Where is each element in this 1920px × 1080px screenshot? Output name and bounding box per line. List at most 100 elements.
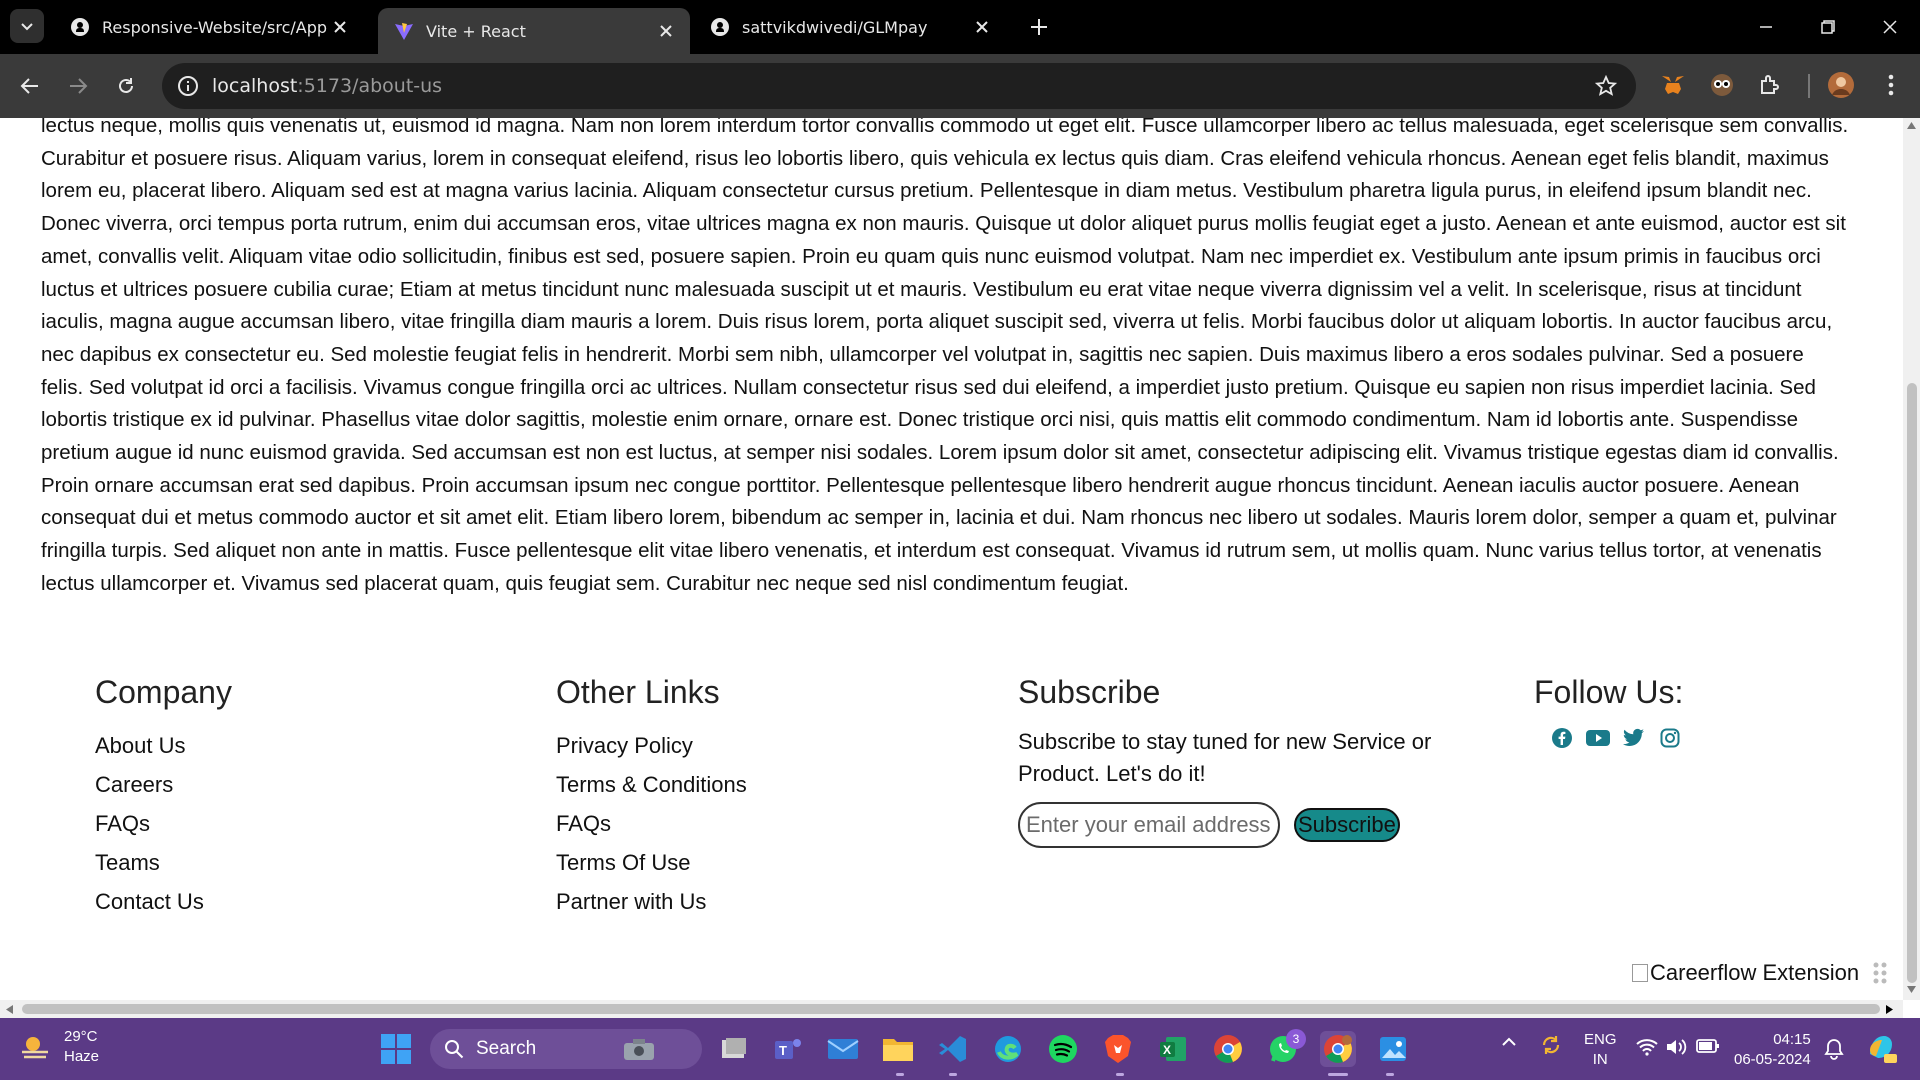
battery-icon[interactable]: [1696, 1038, 1720, 1057]
profile-avatar[interactable]: [1824, 68, 1858, 102]
vertical-scrollbar[interactable]: [1903, 118, 1920, 1000]
footer-link-faqs[interactable]: FAQs: [556, 804, 747, 843]
tab-search-button[interactable]: [10, 9, 44, 43]
url-host: localhost: [212, 75, 298, 97]
minimize-button[interactable]: [1751, 12, 1781, 42]
horizontal-scroll-thumb[interactable]: [22, 1004, 1880, 1014]
tab-title: Responsive-Website/src/App.jsx: [102, 17, 328, 37]
weather-widget[interactable]: 29°C Haze: [20, 1027, 99, 1067]
url-text[interactable]: localhost:5173/about-us: [212, 75, 442, 97]
tab-vite-react[interactable]: Vite + React: [378, 8, 690, 54]
site-info-icon[interactable]: [172, 70, 204, 102]
youtube-icon[interactable]: [1586, 726, 1610, 750]
github-icon: [710, 17, 730, 37]
restore-button[interactable]: [1813, 12, 1843, 42]
footer-subscribe: Subscribe Subscribe to stay tuned for ne…: [1018, 674, 1448, 848]
careerflow-extension-widget[interactable]: Careerflow Extension: [1632, 960, 1887, 986]
photos-icon[interactable]: [1375, 1031, 1411, 1067]
drag-handle-icon[interactable]: [1873, 961, 1887, 985]
about-us-body-text: lectus neque, mollis quis venenatis ut, …: [41, 118, 1849, 595]
chevron-down-icon: [21, 23, 33, 31]
edge-icon[interactable]: [990, 1031, 1026, 1067]
facebook-icon[interactable]: [1550, 726, 1574, 750]
running-indicator: [949, 1073, 957, 1076]
wifi-icon[interactable]: [1636, 1038, 1658, 1059]
forward-button[interactable]: [62, 70, 94, 102]
svg-text:X: X: [1163, 1043, 1171, 1057]
footer-link-contact-us[interactable]: Contact Us: [95, 882, 232, 921]
vscode-icon[interactable]: [935, 1031, 971, 1067]
email-input[interactable]: [1018, 802, 1280, 848]
back-button[interactable]: [14, 70, 46, 102]
tab-glmpay[interactable]: sattvikdwivedi/GLMpay: [694, 8, 1006, 46]
extensions-puzzle-icon[interactable]: [1753, 68, 1787, 102]
clock-time: 04:15: [1773, 1031, 1811, 1048]
close-icon: [1883, 20, 1897, 34]
footer-link-partner-with-us[interactable]: Partner with Us: [556, 882, 747, 921]
tab-title: Vite + React: [426, 21, 526, 41]
twitter-icon[interactable]: [1622, 726, 1646, 750]
chrome-profile-icon[interactable]: [1320, 1031, 1356, 1067]
owl-extension-icon[interactable]: [1705, 68, 1739, 102]
scroll-up-arrow-icon[interactable]: [1907, 122, 1916, 129]
tab-app-jsx[interactable]: Responsive-Website/src/App.jsx: [54, 8, 364, 46]
volume-icon[interactable]: [1666, 1038, 1688, 1059]
scroll-right-arrow-icon[interactable]: [1886, 1005, 1893, 1014]
close-window-button[interactable]: [1875, 12, 1905, 42]
arrow-right-icon: [70, 78, 88, 94]
scroll-down-arrow-icon[interactable]: [1907, 986, 1916, 993]
new-tab-button[interactable]: [1024, 12, 1054, 42]
metamask-extension-icon[interactable]: [1656, 68, 1690, 102]
running-indicator: [1386, 1073, 1394, 1076]
footer-link-about-us[interactable]: About Us: [95, 726, 232, 765]
vertical-scroll-thumb[interactable]: [1907, 383, 1917, 983]
taskbar-search[interactable]: Search: [430, 1029, 702, 1069]
system-clock[interactable]: 04:15 06-05-2024: [1734, 1030, 1811, 1070]
footer-link-teams[interactable]: Teams: [95, 843, 232, 882]
start-button[interactable]: [378, 1031, 414, 1067]
plus-icon: [1031, 19, 1047, 35]
close-tab-icon[interactable]: [328, 15, 352, 39]
minimize-icon: [1760, 26, 1772, 28]
subscribe-form: Subscribe: [1018, 802, 1448, 848]
instagram-icon[interactable]: [1658, 726, 1682, 750]
footer-link-terms-of-use[interactable]: Terms Of Use: [556, 843, 747, 882]
excel-icon[interactable]: X: [1155, 1031, 1191, 1067]
reload-button[interactable]: [110, 70, 142, 102]
show-hidden-icons-chevron-icon[interactable]: [1500, 1032, 1518, 1055]
bookmark-star-icon[interactable]: [1590, 70, 1622, 102]
footer-link-careers[interactable]: Careers: [95, 765, 232, 804]
task-view-icon[interactable]: [716, 1031, 752, 1067]
mail-icon[interactable]: [825, 1031, 861, 1067]
scroll-left-arrow-icon[interactable]: [6, 1005, 13, 1014]
chrome-icon[interactable]: [1210, 1031, 1246, 1067]
horizontal-scrollbar[interactable]: [0, 1000, 1903, 1018]
close-tab-icon[interactable]: [654, 19, 678, 43]
footer-subscribe-heading: Subscribe: [1018, 674, 1161, 710]
camera-icon: [624, 1039, 655, 1060]
sync-icon[interactable]: [1538, 1032, 1564, 1061]
copilot-icon[interactable]: [1864, 1030, 1898, 1067]
running-indicator: [896, 1073, 904, 1076]
subscribe-button[interactable]: Subscribe: [1294, 808, 1400, 842]
github-icon: [70, 17, 90, 37]
footer-link-privacy-policy[interactable]: Privacy Policy: [556, 726, 747, 765]
notification-bell-icon[interactable]: [1824, 1038, 1844, 1063]
footer-link-terms-conditions[interactable]: Terms & Conditions: [556, 765, 747, 804]
subscribe-description: Subscribe to stay tuned for new Service …: [1018, 729, 1432, 786]
footer-follow-us: Follow Us:: [1534, 674, 1683, 750]
tab-strip: Responsive-Website/src/App.jsx Vite + Re…: [0, 0, 1920, 54]
footer-link-faqs[interactable]: FAQs: [95, 804, 232, 843]
clock-date: 06-05-2024: [1734, 1051, 1811, 1068]
close-tab-icon[interactable]: [970, 15, 994, 39]
input-language[interactable]: ENG IN: [1584, 1030, 1617, 1070]
file-explorer-icon[interactable]: [880, 1031, 916, 1067]
spotify-icon[interactable]: [1045, 1031, 1081, 1067]
restore-icon: [1821, 20, 1835, 34]
kebab-menu-icon[interactable]: [1874, 68, 1908, 102]
teams-icon[interactable]: T: [770, 1031, 806, 1067]
brave-icon[interactable]: [1100, 1031, 1136, 1067]
tab-title: sattvikdwivedi/GLMpay: [742, 17, 928, 37]
search-icon: [445, 1040, 464, 1059]
address-bar[interactable]: localhost:5173/about-us: [162, 63, 1636, 109]
